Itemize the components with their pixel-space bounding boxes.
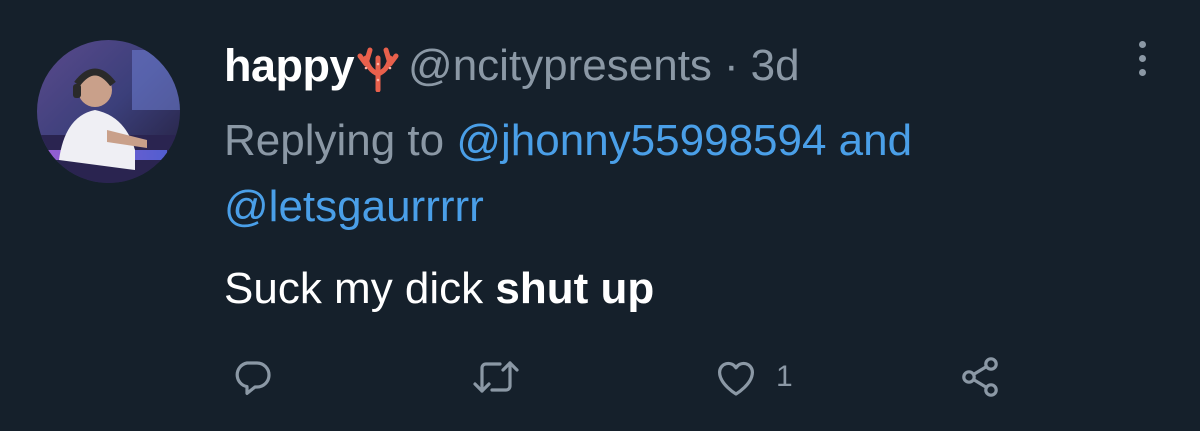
replying-and[interactable]: and	[826, 116, 912, 165]
more-options-button[interactable]	[1124, 30, 1160, 86]
more-dot	[1138, 68, 1146, 76]
tweet: happy @ncitypresents · 3d Replying to @j…	[0, 0, 1200, 431]
tweet-header: happy @ncitypresents · 3d	[224, 36, 800, 96]
more-dot	[1138, 54, 1146, 62]
like-button[interactable]: 1	[712, 345, 793, 409]
tweet-text: Suck my dick shut up	[224, 256, 654, 322]
replying-prefix: Replying to	[224, 116, 457, 165]
tweet-text-bold: shut up	[495, 264, 655, 313]
more-dot	[1138, 40, 1146, 48]
replying-to: Replying to @jhonny55998594 and @letsgaur…	[224, 108, 1104, 240]
tweet-text-regular: Suck my dick	[224, 264, 496, 313]
coral-icon	[356, 44, 400, 93]
timestamp[interactable]: 3d	[751, 41, 800, 91]
action-bar: 1	[0, 345, 1200, 409]
retweet-button[interactable]	[468, 345, 524, 409]
avatar[interactable]	[37, 40, 180, 183]
reply-button[interactable]	[228, 345, 276, 409]
handle[interactable]: @ncitypresents	[408, 41, 712, 91]
mention-link[interactable]: @letsgaurrrrr	[224, 182, 484, 231]
share-button[interactable]	[956, 345, 1004, 409]
retweet-icon	[468, 353, 524, 401]
mention-link[interactable]: @jhonny55998594	[456, 116, 826, 165]
separator: ·	[723, 41, 739, 90]
share-icon	[956, 353, 1004, 401]
heart-icon	[712, 353, 760, 401]
like-count: 1	[776, 360, 793, 393]
reply-icon	[228, 353, 276, 401]
display-name[interactable]: happy	[224, 40, 355, 92]
